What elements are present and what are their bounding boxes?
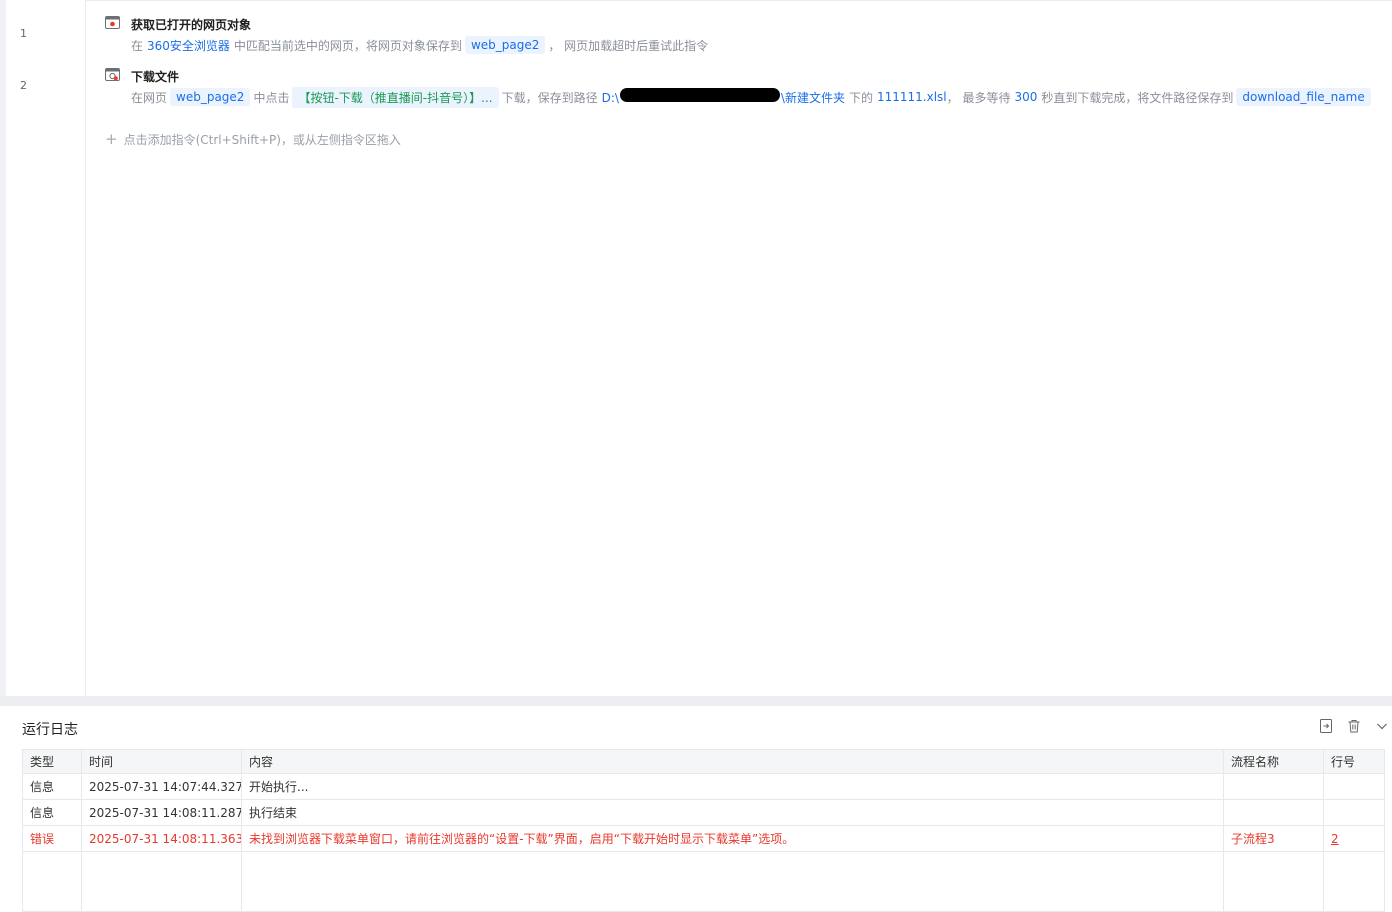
log-toolbar xyxy=(1316,716,1392,736)
browser-param[interactable]: 360安全浏览器 xyxy=(147,37,230,54)
col-time[interactable]: 时间 xyxy=(81,749,242,774)
log-table: 类型 时间 内容 流程名称 行号 信息 2025-07-31 14:07:44.… xyxy=(22,749,1385,912)
desc-text: 下的 xyxy=(848,90,873,105)
col-content[interactable]: 内容 xyxy=(241,749,1224,774)
run-log-panel: 运行日志 类型 时间 内容 流程名称 行号 信息 2025-07-31 14:0… xyxy=(6,706,1392,912)
desc-text: 在网页 xyxy=(131,90,168,105)
path-prefix: D:\ xyxy=(601,91,619,105)
log-flow xyxy=(1223,799,1324,826)
log-time: 2025-07-31 14:08:11.363 xyxy=(81,825,242,852)
flow-editor: 1 2 获取已打开的网页对象 在 360安全浏览器 中匹配当前选中的网页，将网页… xyxy=(0,0,1392,696)
log-content: 执行结束 xyxy=(241,799,1224,826)
log-flow: 子流程3 xyxy=(1223,825,1324,852)
log-row[interactable]: 信息 2025-07-31 14:07:44.327 开始执行... xyxy=(22,773,1385,800)
col-line-no[interactable]: 行号 xyxy=(1323,749,1385,774)
desc-text: 下载，保存到路径 xyxy=(501,90,598,105)
desc-text: 在 xyxy=(131,38,144,53)
log-type: 错误 xyxy=(22,825,82,852)
timeout-param[interactable]: 300 xyxy=(1014,90,1037,104)
filename-param[interactable]: 111111.xlsl xyxy=(877,90,947,104)
log-time: 2025-07-31 14:08:11.287 xyxy=(81,799,242,826)
element-param[interactable]: 【按钮-下载（推直播间-抖音号）】... xyxy=(292,86,499,108)
log-content: 未找到浏览器下载菜单窗口，请前往浏览器的“设置-下载”界面，启用“下载开始时显示… xyxy=(241,825,1224,852)
panel-divider[interactable] xyxy=(0,696,1392,706)
browser-open-icon xyxy=(105,16,120,29)
log-line-cell: 2 xyxy=(1323,825,1385,852)
log-line xyxy=(1323,773,1385,800)
log-line xyxy=(1323,799,1385,826)
add-command-hint[interactable]: + 点击添加指令(Ctrl+Shift+P)，或从左侧指令区拖入 xyxy=(105,130,401,148)
log-content: 开始执行... xyxy=(241,773,1224,800)
step-title: 获取已打开的网页对象 xyxy=(131,18,252,32)
line-number-link[interactable]: 2 xyxy=(1331,832,1339,846)
log-time: 2025-07-31 14:07:44.327 xyxy=(81,773,242,800)
chevron-down-icon[interactable] xyxy=(1372,716,1392,736)
output-variable[interactable]: download_file_name xyxy=(1236,88,1371,106)
web-page-variable[interactable]: web_page2 xyxy=(170,88,251,106)
desc-text: ， 最多等待 xyxy=(946,90,1011,105)
log-empty-area xyxy=(22,851,1385,912)
step-title: 下载文件 xyxy=(131,70,180,84)
run-log-title: 运行日志 xyxy=(22,722,78,738)
col-flow-name[interactable]: 流程名称 xyxy=(1223,749,1324,774)
desc-text: ， 网页加载超时后重试此指令 xyxy=(548,38,709,53)
col-type[interactable]: 类型 xyxy=(22,749,82,774)
export-log-icon[interactable] xyxy=(1316,716,1336,736)
log-header-row: 类型 时间 内容 流程名称 行号 xyxy=(22,749,1385,774)
output-variable[interactable]: web_page2 xyxy=(464,36,546,54)
step-description: 在 360安全浏览器 中匹配当前选中的网页，将网页对象保存到 web_page2… xyxy=(131,34,708,56)
log-row[interactable]: 信息 2025-07-31 14:08:11.287 执行结束 xyxy=(22,799,1385,826)
log-type: 信息 xyxy=(22,799,82,826)
line-number-2: 2 xyxy=(20,79,27,92)
line-gutter: 1 2 xyxy=(6,0,86,696)
redacted-path xyxy=(619,88,780,102)
trash-icon[interactable] xyxy=(1344,716,1364,736)
plus-icon: + xyxy=(105,130,118,148)
top-divider xyxy=(0,0,1392,1)
save-path-param[interactable]: D:\ \新建文件夹 xyxy=(602,88,845,106)
step-description: 在网页 web_page2 中点击 【按钮-下载（推直播间-抖音号）】... 下… xyxy=(131,86,1374,108)
line-number-1: 1 xyxy=(20,27,27,40)
desc-text: 中点击 xyxy=(253,90,290,105)
log-flow xyxy=(1223,773,1324,800)
desc-text: 秒直到下载完成，将文件路径保存到 xyxy=(1041,90,1234,105)
download-file-icon xyxy=(105,68,120,81)
path-suffix: \新建文件夹 xyxy=(780,91,845,105)
add-command-label: 点击添加指令(Ctrl+Shift+P)，或从左侧指令区拖入 xyxy=(123,133,401,147)
log-row-error[interactable]: 错误 2025-07-31 14:08:11.363 未找到浏览器下载菜单窗口，… xyxy=(22,825,1385,852)
desc-text: 中匹配当前选中的网页，将网页对象保存到 xyxy=(233,38,462,53)
log-type: 信息 xyxy=(22,773,82,800)
